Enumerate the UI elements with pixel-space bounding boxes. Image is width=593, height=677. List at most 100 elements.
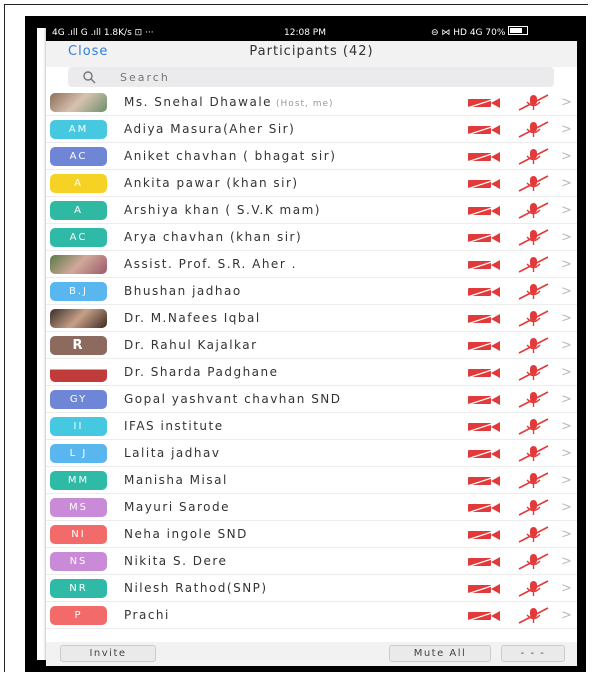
participant-name: Mayuri Sarode	[124, 500, 230, 514]
chevron-right-icon[interactable]: >	[561, 581, 572, 596]
video-off-icon	[467, 340, 501, 352]
chevron-right-icon[interactable]: >	[561, 365, 572, 380]
participant-name: Gopal yashvant chavhan SND	[124, 392, 342, 406]
mic-muted-icon	[518, 445, 549, 462]
participant-row[interactable]: B.J Bhushan jadhao >	[46, 278, 577, 305]
avatar: II	[50, 417, 107, 436]
participant-row[interactable]: Dr. Sharda Padghane >	[46, 359, 577, 386]
participant-row[interactable]: AC Aniket chavhan ( bhagat sir) >	[46, 143, 577, 170]
participant-row[interactable]: Ms. Snehal Dhawale (Host, me) >	[46, 89, 577, 116]
chevron-right-icon[interactable]: >	[561, 608, 572, 623]
avatar: AC	[50, 147, 107, 166]
avatar: L J	[50, 444, 107, 463]
participant-row[interactable]: NR Nilesh Rathod(SNP) >	[46, 575, 577, 602]
avatar: A	[50, 201, 107, 220]
video-off-icon	[467, 124, 501, 136]
chevron-right-icon[interactable]: >	[561, 500, 572, 515]
participant-row[interactable]: A Ankita pawar (khan sir) >	[46, 170, 577, 197]
chevron-right-icon[interactable]: >	[561, 338, 572, 353]
participant-name-text: Nilesh Rathod(SNP)	[124, 581, 268, 595]
search-bar[interactable]	[68, 67, 554, 87]
participant-name-text: Dr. M.Nafees Iqbal	[124, 311, 261, 325]
participant-name: Arya chavhan (khan sir)	[124, 230, 302, 244]
mic-muted-icon	[518, 607, 549, 624]
participant-row[interactable]: NI Neha ingole SND >	[46, 521, 577, 548]
more-button[interactable]: - - -	[501, 645, 565, 662]
participant-name-text: Aniket chavhan ( bhagat sir)	[124, 149, 337, 163]
avatar: AC	[50, 228, 107, 247]
search-input[interactable]	[120, 69, 540, 85]
chevron-right-icon[interactable]: >	[561, 95, 572, 110]
video-off-icon	[467, 529, 501, 541]
participant-name-text: Ankita pawar (khan sir)	[124, 176, 299, 190]
participant-name-text: Bhushan jadhao	[124, 284, 242, 298]
participant-row[interactable]: GY Gopal yashvant chavhan SND >	[46, 386, 577, 413]
participant-row[interactable]: Assist. Prof. S.R. Aher . >	[46, 251, 577, 278]
chevron-right-icon[interactable]: >	[561, 392, 572, 407]
mute-all-button[interactable]: Mute All	[389, 645, 491, 662]
participant-name: Bhushan jadhao	[124, 284, 242, 298]
chevron-right-icon[interactable]: >	[561, 122, 572, 137]
participant-name-text: Lalita jadhav	[124, 446, 221, 460]
status-time: 12:08 PM	[284, 28, 326, 38]
video-off-icon	[467, 610, 501, 622]
mic-muted-icon	[518, 148, 549, 165]
chevron-right-icon[interactable]: >	[561, 284, 572, 299]
status-signal: 4G .ıll G .ıll 1.8K/s ⊡ ···	[52, 28, 154, 38]
chevron-right-icon[interactable]: >	[561, 230, 572, 245]
invite-button[interactable]: Invite	[60, 645, 156, 662]
mic-muted-icon	[518, 337, 549, 354]
chevron-right-icon[interactable]: >	[561, 554, 572, 569]
participant-name: Assist. Prof. S.R. Aher .	[124, 257, 297, 271]
participant-row[interactable]: L J Lalita jadhav >	[46, 440, 577, 467]
participant-row[interactable]: P Prachi >	[46, 602, 577, 629]
avatar: B.J	[50, 282, 107, 301]
chevron-right-icon[interactable]: >	[561, 473, 572, 488]
avatar: NI	[50, 525, 107, 544]
avatar: NR	[50, 579, 107, 598]
video-off-icon	[467, 178, 501, 190]
chevron-right-icon[interactable]: >	[561, 311, 572, 326]
chevron-right-icon[interactable]: >	[561, 257, 572, 272]
chevron-right-icon[interactable]: >	[561, 419, 572, 434]
mic-muted-icon	[518, 580, 549, 597]
participant-row[interactable]: II IFAS institute >	[46, 413, 577, 440]
participants-header: Close Participants (42)	[46, 41, 577, 67]
video-off-icon	[467, 313, 501, 325]
participant-row[interactable]: AC Arya chavhan (khan sir) >	[46, 224, 577, 251]
chevron-right-icon[interactable]: >	[561, 446, 572, 461]
participant-row[interactable]: MM Manisha Misal >	[46, 467, 577, 494]
avatar: AM	[50, 120, 107, 139]
footer-bar: Invite Mute All - - -	[46, 642, 577, 666]
status-right: ⊖ ⋈ HD 4G 70%	[431, 26, 529, 41]
avatar	[50, 363, 107, 382]
mic-muted-icon	[518, 553, 549, 570]
participant-name-text: Arya chavhan (khan sir)	[124, 230, 303, 244]
participant-row[interactable]: Dr. M.Nafees Iqbal >	[46, 305, 577, 332]
mic-muted-icon	[518, 310, 549, 327]
participant-row[interactable]: MS Mayuri Sarode >	[46, 494, 577, 521]
chevron-right-icon[interactable]: >	[561, 203, 572, 218]
chevron-right-icon[interactable]: >	[561, 176, 572, 191]
mic-muted-icon	[518, 202, 549, 219]
participant-row[interactable]: R Dr. Rahul Kajalkar >	[46, 332, 577, 359]
video-off-icon	[467, 367, 501, 379]
chevron-right-icon[interactable]: >	[561, 527, 572, 542]
participant-name: Dr. Rahul Kajalkar	[124, 338, 258, 352]
video-off-icon	[467, 394, 501, 406]
participant-name-text: Manisha Misal	[124, 473, 228, 487]
avatar: MS	[50, 498, 107, 517]
participant-name: Aniket chavhan ( bhagat sir)	[124, 149, 336, 163]
video-off-icon	[467, 421, 501, 433]
participant-row[interactable]: AM Adiya Masura(Aher Sir) >	[46, 116, 577, 143]
video-off-icon	[467, 205, 501, 217]
video-off-icon	[467, 259, 501, 271]
mic-muted-icon	[518, 283, 549, 300]
search-icon	[83, 71, 96, 84]
participant-row[interactable]: NS Nikita S. Dere >	[46, 548, 577, 575]
avatar: GY	[50, 390, 107, 409]
participant-row[interactable]: A Arshiya khan ( S.V.K mam) >	[46, 197, 577, 224]
chevron-right-icon[interactable]: >	[561, 149, 572, 164]
participant-name: Ms. Snehal Dhawale (Host, me)	[124, 95, 334, 109]
mic-muted-icon	[518, 121, 549, 138]
